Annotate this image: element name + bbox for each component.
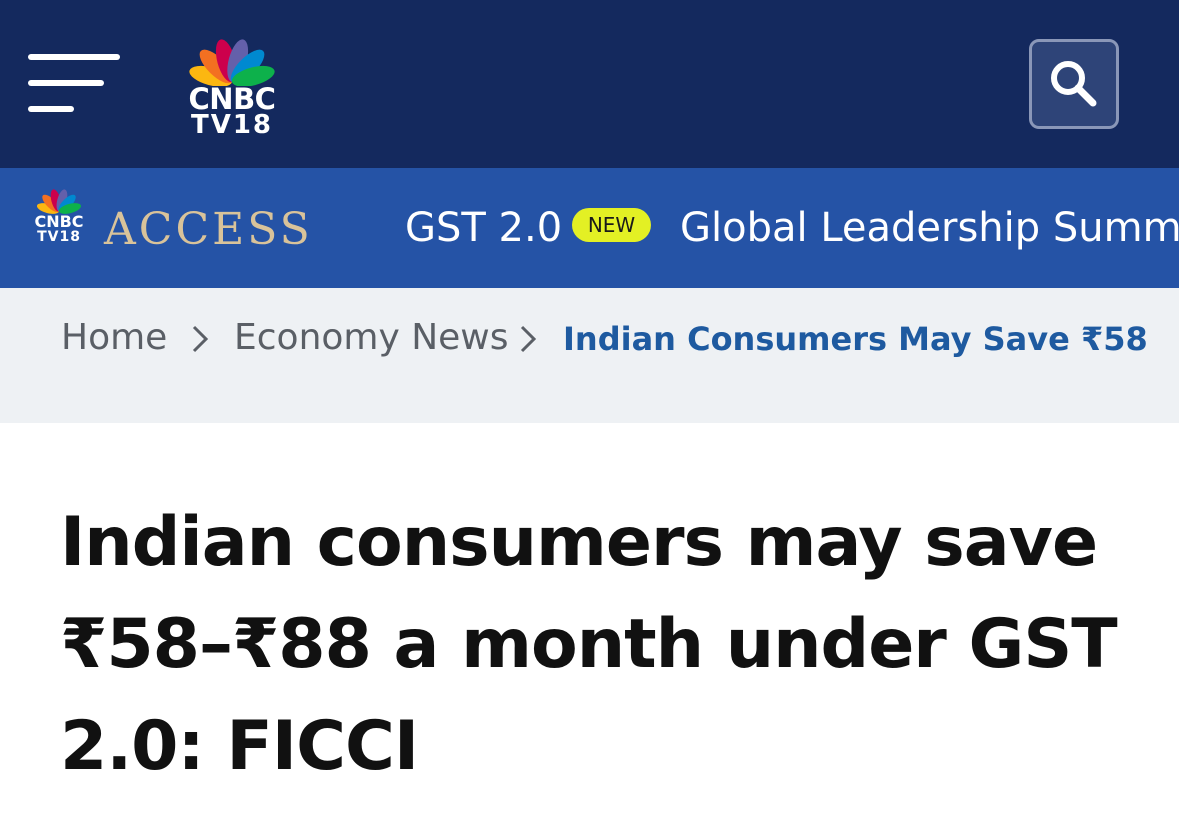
new-badge: NEW: [572, 208, 651, 242]
peacock-icon: [36, 189, 82, 214]
nav-item-gst[interactable]: GST 2.0: [405, 204, 562, 252]
article-headline: Indian consumers may save ₹58–₹88 a mont…: [60, 503, 1118, 786]
breadcrumb: Home Economy News Indian Consumers May S…: [0, 288, 1179, 423]
access-logo-text: ACCESS: [104, 204, 313, 255]
cnbc-tv18-logo[interactable]: CNBC TV18: [172, 26, 292, 142]
access-logo-tv18: TV18: [37, 229, 81, 245]
chevron-right-icon: [520, 325, 537, 353]
logo-text-tv18: TV18: [190, 110, 274, 140]
access-nav-bar: CNBC TV18 ACCESS GST 2.0 NEW Global Lead…: [0, 168, 1179, 288]
cnbc-access-logo[interactable]: CNBC TV18 ACCESS: [28, 182, 310, 272]
chevron-right-icon: [192, 325, 209, 353]
menu-bar: [28, 80, 104, 86]
search-button[interactable]: [1029, 39, 1119, 129]
breadcrumb-home-link[interactable]: Home: [61, 316, 167, 360]
breadcrumb-economy-news-link[interactable]: Economy News: [234, 316, 509, 360]
nav-item-global-leadership-summit[interactable]: Global Leadership Summ: [680, 204, 1179, 252]
menu-bar: [28, 54, 120, 60]
access-logo-cnbc: CNBC: [34, 212, 84, 231]
menu-bar: [28, 106, 74, 112]
peacock-icon: [189, 39, 275, 87]
search-icon: [1051, 61, 1097, 107]
hamburger-menu-icon[interactable]: [28, 50, 122, 118]
breadcrumb-current-page: Indian Consumers May Save ₹58–₹88: [563, 320, 1149, 358]
top-header: CNBC TV18: [0, 0, 1179, 168]
